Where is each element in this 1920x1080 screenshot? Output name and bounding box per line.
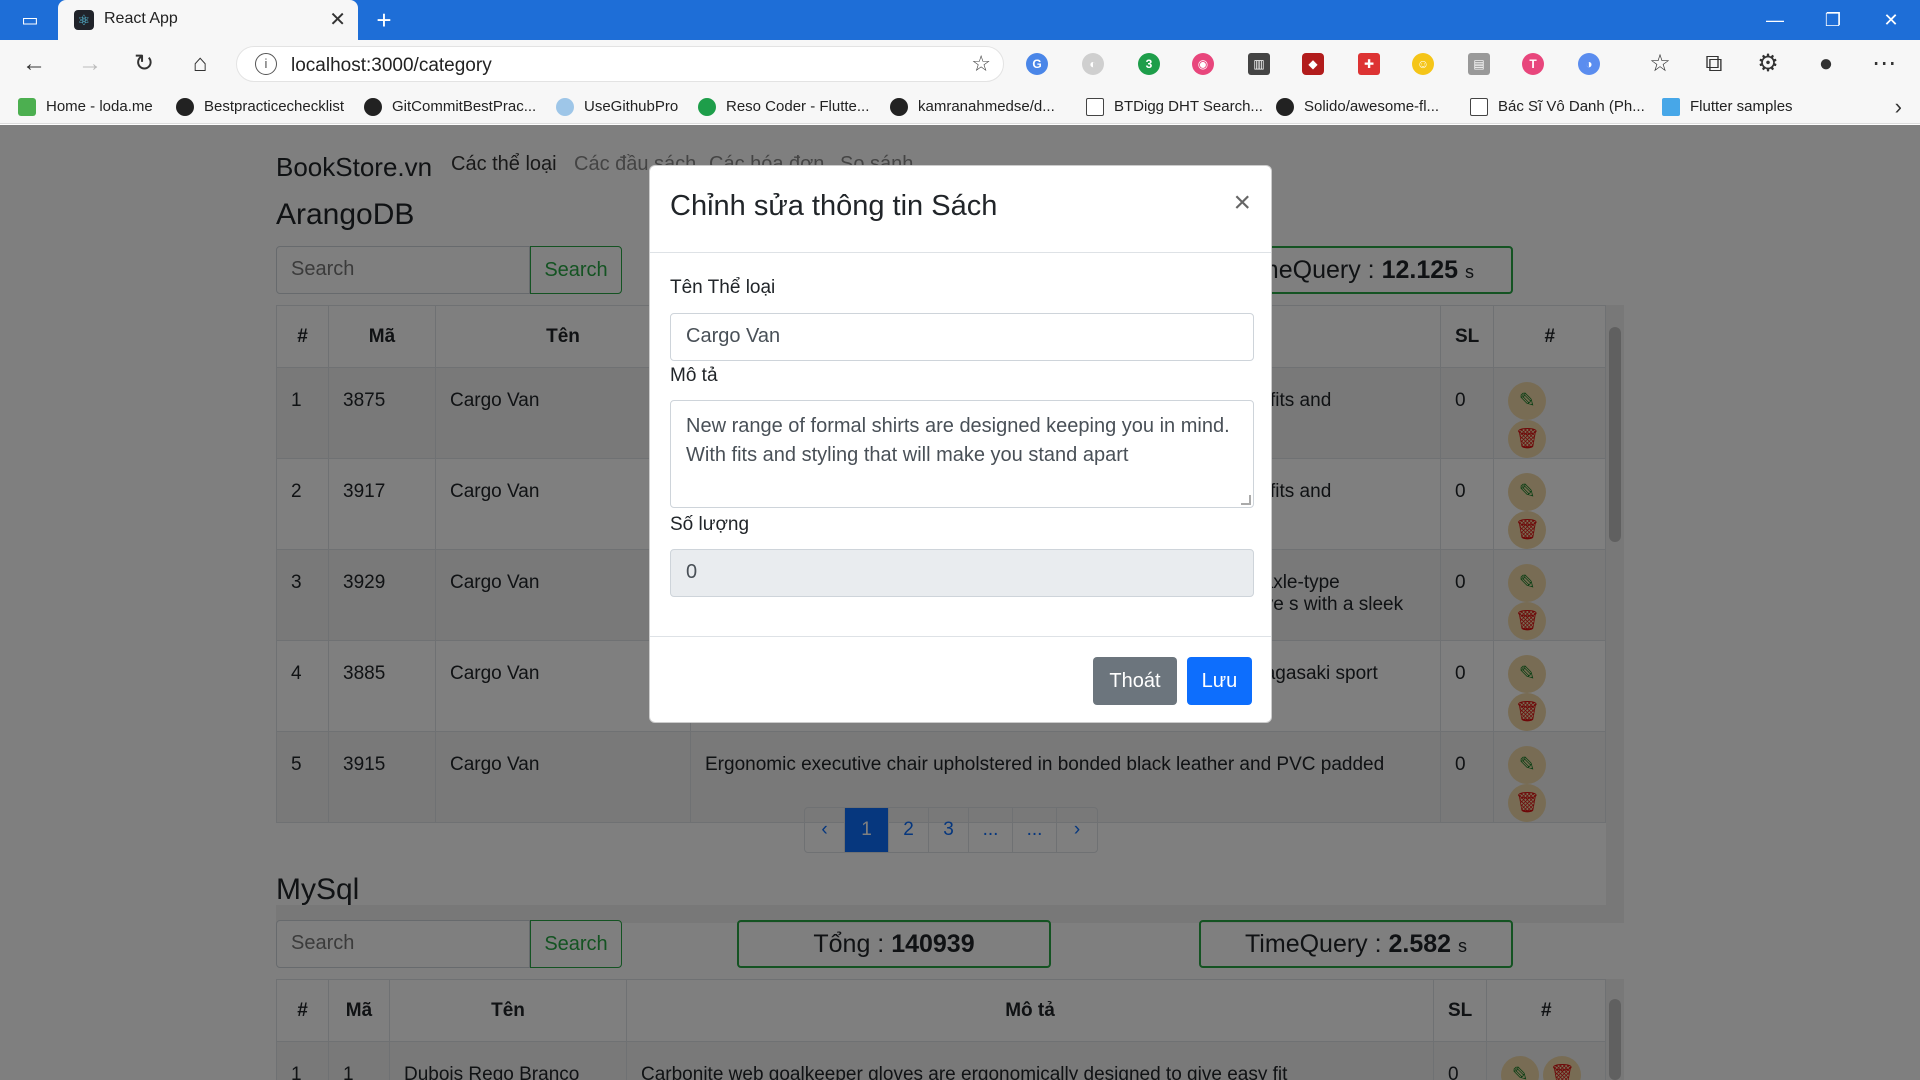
browser-titlebar: ▭ ⚛ React App ✕ + — ❐ ✕ — [0, 0, 1920, 40]
reso-coder-icon — [698, 98, 716, 117]
emoji-extension-icon[interactable]: ☺ — [1412, 53, 1434, 75]
edit-modal: Chỉnh sửa thông tin Sách × Tên Thể loại … — [649, 165, 1272, 723]
github-icon — [1276, 98, 1294, 117]
extension-icon[interactable]: ✚ — [1358, 53, 1380, 75]
address-bar[interactable]: i localhost:3000/category ☆ — [236, 46, 1004, 82]
bookmark-item[interactable]: GitCommitBestPrac... — [364, 96, 536, 118]
collections-icon[interactable]: ⧉ — [1696, 48, 1732, 80]
save-button[interactable]: Lưu — [1187, 657, 1252, 705]
flutter-icon — [1662, 98, 1680, 117]
react-icon: ⚛ — [74, 10, 94, 30]
github-icon — [890, 98, 908, 117]
cancel-button[interactable]: Thoát — [1093, 657, 1177, 705]
extension-icon[interactable]: ▤ — [1468, 53, 1490, 75]
home-icon[interactable]: ⌂ — [182, 48, 218, 80]
extensions-icon[interactable]: ⚙ — [1750, 48, 1786, 80]
quantity-label: Số lượng — [670, 514, 750, 535]
minimize-icon[interactable]: — — [1746, 0, 1804, 40]
modal-footer: Thoát Lưu — [650, 636, 1271, 724]
bookmark-item[interactable]: BTDigg DHT Search... — [1086, 96, 1263, 118]
extension-icon[interactable]: T — [1522, 53, 1544, 75]
description-text: New range of formal shirts are designed … — [686, 415, 1230, 466]
bookmark-item[interactable]: Flutter samples — [1662, 96, 1793, 118]
back-icon[interactable]: ← — [16, 48, 52, 80]
quantity-field: 0 — [670, 549, 1254, 597]
reload-icon[interactable]: ↻ — [126, 48, 162, 80]
bookmarks-bar: Home - loda.me Bestpracticechecklist Git… — [0, 88, 1920, 124]
profile-avatar-icon[interactable]: ● — [1808, 48, 1844, 80]
extension-icon[interactable]: ◑ — [1578, 53, 1600, 75]
translate-extension-icon[interactable]: G — [1026, 53, 1048, 75]
close-icon[interactable]: × — [1233, 188, 1251, 218]
name-field[interactable]: Cargo Van — [670, 313, 1254, 361]
github-icon — [364, 98, 382, 117]
ublock-icon[interactable]: ◆ — [1302, 53, 1324, 75]
forward-icon[interactable]: → — [72, 48, 108, 80]
extension-icon[interactable]: ▥ — [1248, 53, 1270, 75]
chevron-right-icon[interactable]: › — [1895, 94, 1902, 120]
bookmark-item[interactable]: Reso Coder - Flutte... — [698, 96, 869, 118]
page-icon — [1470, 98, 1488, 117]
name-label: Tên Thể loại — [670, 277, 776, 298]
favorites-icon[interactable]: ☆ — [1642, 48, 1678, 80]
page-icon — [1086, 98, 1104, 117]
bookmark-icon — [18, 98, 36, 117]
extension-badge: 3 — [1145, 57, 1153, 71]
extension-badge-icon[interactable]: 3 — [1138, 53, 1160, 75]
tab-actions-icon[interactable]: ▭ — [14, 8, 46, 32]
more-menu-icon[interactable]: ⋯ — [1866, 48, 1902, 80]
restore-icon[interactable]: ❐ — [1804, 0, 1862, 40]
extension-icon[interactable]: ◐ — [1082, 53, 1104, 75]
description-label: Mô tả — [670, 365, 718, 386]
tab-title: React App — [104, 10, 178, 27]
site-info-icon[interactable]: i — [255, 53, 277, 75]
browser-toolbar: ← → ↻ ⌂ i localhost:3000/category ☆ G ◐ … — [0, 40, 1920, 88]
tab-close-icon[interactable]: ✕ — [329, 8, 346, 32]
extension-icon[interactable]: ◉ — [1192, 53, 1214, 75]
description-field[interactable]: New range of formal shirts are designed … — [670, 400, 1254, 508]
close-window-icon[interactable]: ✕ — [1862, 0, 1920, 40]
github-icon — [176, 98, 194, 117]
bookmark-item[interactable]: Bác Sĩ Vô Danh (Ph... — [1470, 96, 1645, 118]
bookmark-icon — [556, 98, 574, 117]
bookmark-item[interactable]: Solido/awesome-fl... — [1276, 96, 1439, 118]
bookmark-item[interactable]: Home - loda.me — [18, 96, 153, 118]
favorite-add-icon[interactable]: ☆ — [971, 51, 991, 77]
new-tab-icon[interactable]: + — [368, 4, 400, 36]
modal-title: Chỉnh sửa thông tin Sách — [670, 190, 998, 222]
url-text[interactable]: localhost:3000/category — [291, 55, 492, 77]
bookmark-item[interactable]: kamranahmedse/d... — [890, 96, 1055, 118]
bookmark-item[interactable]: UseGithubPro — [556, 96, 678, 118]
browser-tab[interactable]: ⚛ React App ✕ — [58, 0, 358, 40]
bookmark-item[interactable]: Bestpracticechecklist — [176, 96, 344, 118]
modal-header: Chỉnh sửa thông tin Sách × — [650, 166, 1271, 253]
resize-handle-icon[interactable] — [1241, 495, 1251, 505]
